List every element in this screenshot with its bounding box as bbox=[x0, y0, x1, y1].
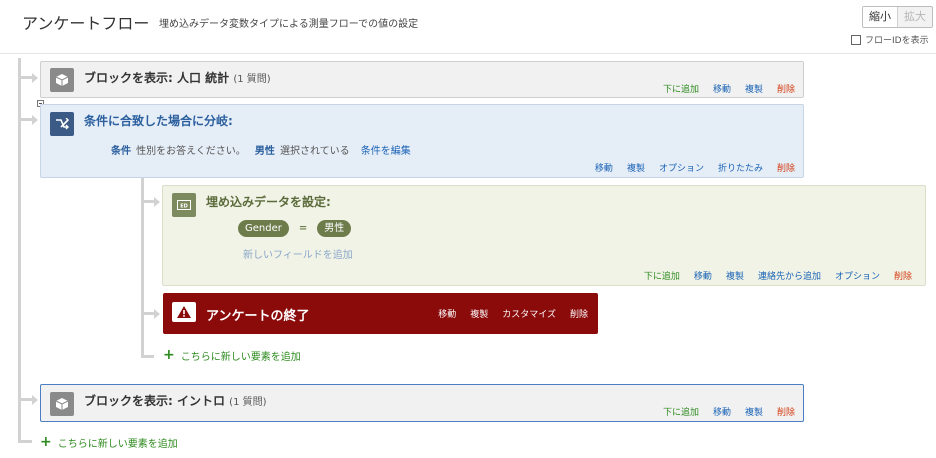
options-link[interactable]: オプション bbox=[835, 269, 880, 282]
delete-link[interactable]: 削除 bbox=[777, 82, 795, 95]
connector-arrow bbox=[154, 197, 160, 207]
copy-link[interactable]: 複製 bbox=[745, 82, 763, 95]
connector-block2 bbox=[18, 398, 32, 401]
delete-link[interactable]: 削除 bbox=[570, 307, 588, 320]
add-below-link[interactable]: 下に追加 bbox=[663, 82, 699, 95]
move-link[interactable]: 移動 bbox=[438, 307, 456, 320]
end-of-survey-title: アンケートの終了 bbox=[206, 309, 310, 324]
move-link[interactable]: 移動 bbox=[713, 405, 731, 418]
branch-icon bbox=[50, 112, 74, 136]
connector-arrow bbox=[32, 395, 38, 405]
flow-id-label: フローIDを表示 bbox=[865, 36, 929, 46]
connector-add-outer bbox=[18, 440, 32, 443]
delete-link[interactable]: 削除 bbox=[777, 161, 795, 174]
block-title: ブロックを表示: イントロ bbox=[84, 394, 225, 408]
embedded-data-icon: ED bbox=[172, 193, 196, 217]
main-flow-line bbox=[18, 58, 21, 442]
connector-block1 bbox=[18, 76, 32, 79]
add-from-contacts-link[interactable]: 連絡先から追加 bbox=[758, 269, 821, 282]
block-question-count: (1 質問) bbox=[233, 74, 271, 85]
options-link[interactable]: オプション bbox=[659, 161, 704, 174]
branch-condition: 条件 性別をお答えください。 男性 選択されている 条件を編集 bbox=[111, 139, 411, 158]
collapse-link[interactable]: 折りたたみ bbox=[718, 161, 763, 174]
block-actions: 下に追加 移動 複製 削除 bbox=[663, 82, 795, 95]
edit-condition-link[interactable]: 条件を編集 bbox=[361, 146, 411, 157]
block-demographics[interactable]: ブロックを表示: 人口 統計 (1 質問) 下に追加 移動 複製 削除 bbox=[40, 61, 804, 98]
flow-id-checkbox[interactable] bbox=[851, 34, 861, 45]
plus-icon: + bbox=[163, 347, 175, 363]
add-element-in-branch-link[interactable]: + こちらに新しい要素を追加 bbox=[163, 347, 301, 363]
connector-arrow bbox=[32, 115, 38, 125]
warning-icon bbox=[172, 302, 196, 322]
zoom-out-button[interactable]: 縮小 bbox=[863, 7, 897, 27]
embedded-actions: 下に追加 移動 複製 連絡先から追加 オプション 削除 bbox=[644, 269, 912, 282]
plus-icon: + bbox=[40, 434, 52, 450]
zoom-in-button[interactable]: 拡大 bbox=[897, 7, 932, 27]
move-link[interactable]: 移動 bbox=[713, 82, 731, 95]
zoom-controls: 縮小 拡大 bbox=[862, 6, 933, 28]
connector-arrow bbox=[32, 73, 38, 83]
connector-branch bbox=[18, 118, 32, 121]
copy-link[interactable]: 複製 bbox=[726, 269, 744, 282]
add-field-link[interactable]: 新しいフィールドを追加 bbox=[243, 246, 353, 261]
delete-link[interactable]: 削除 bbox=[777, 405, 795, 418]
show-flow-id-toggle[interactable]: フローIDを表示 bbox=[851, 33, 929, 46]
embedded-data-element[interactable]: ED 埋め込みデータを設定: Gender = 男性 新しいフィールドを追加 下… bbox=[162, 185, 926, 286]
condition-operator: 選択されている bbox=[279, 146, 350, 157]
field-value-pill[interactable]: 男性 bbox=[317, 220, 352, 237]
copy-link[interactable]: 複製 bbox=[745, 405, 763, 418]
branch-element[interactable]: 条件に合致した場合に分岐: 条件 性別をお答えください。 男性 選択されている … bbox=[40, 104, 804, 178]
connector-add-inner bbox=[141, 355, 154, 358]
field-name-pill[interactable]: Gender bbox=[238, 220, 289, 237]
add-element-link[interactable]: + こちらに新しい要素を追加 bbox=[40, 434, 178, 450]
add-below-link[interactable]: 下に追加 bbox=[663, 405, 699, 418]
block-icon bbox=[50, 392, 74, 416]
copy-link[interactable]: 複製 bbox=[470, 307, 488, 320]
connector-embedded bbox=[141, 200, 154, 203]
delete-link[interactable]: 削除 bbox=[894, 269, 912, 282]
block-question-count: (1 質問) bbox=[229, 397, 267, 408]
header-divider bbox=[0, 53, 936, 54]
block-icon bbox=[50, 68, 74, 92]
branch-title: 条件に合致した場合に分岐: bbox=[84, 114, 233, 128]
add-element-label: こちらに新しい要素を追加 bbox=[180, 351, 301, 363]
branch-flow-line bbox=[141, 178, 144, 358]
page-subtitle: 埋め込みデータ変数タイプによる測量フローでの値の設定 bbox=[159, 19, 419, 30]
page-title: アンケートフロー bbox=[22, 14, 150, 33]
equals-sign: = bbox=[298, 223, 308, 234]
svg-text:ED: ED bbox=[180, 203, 188, 209]
connector-arrow bbox=[154, 309, 160, 319]
condition-question: 性別をお答えください。 bbox=[136, 146, 246, 157]
block-intro[interactable]: ブロックを表示: イントロ (1 質問) 下に追加 移動 複製 削除 bbox=[40, 384, 804, 422]
move-link[interactable]: 移動 bbox=[595, 161, 613, 174]
branch-actions: 移動 複製 オプション 折りたたみ 削除 bbox=[595, 161, 795, 174]
condition-label: 条件 bbox=[111, 146, 131, 157]
condition-value: 男性 bbox=[254, 146, 275, 157]
block-title: ブロックを表示: 人口 統計 bbox=[84, 71, 230, 85]
end-of-survey-element[interactable]: アンケートの終了 移動 複製 カスタマイズ 削除 bbox=[163, 293, 598, 334]
connector-end bbox=[141, 312, 154, 315]
end-of-survey-actions: 移動 複製 カスタマイズ 削除 bbox=[438, 307, 588, 320]
add-element-label: こちらに新しい要素を追加 bbox=[57, 438, 178, 450]
add-below-link[interactable]: 下に追加 bbox=[644, 269, 680, 282]
copy-link[interactable]: 複製 bbox=[627, 161, 645, 174]
embedded-data-title: 埋め込みデータを設定: bbox=[206, 195, 331, 209]
move-link[interactable]: 移動 bbox=[694, 269, 712, 282]
embedded-field-row: Gender = 男性 bbox=[238, 220, 352, 237]
block-actions: 下に追加 移動 複製 削除 bbox=[663, 405, 795, 418]
customize-link[interactable]: カスタマイズ bbox=[502, 307, 556, 320]
